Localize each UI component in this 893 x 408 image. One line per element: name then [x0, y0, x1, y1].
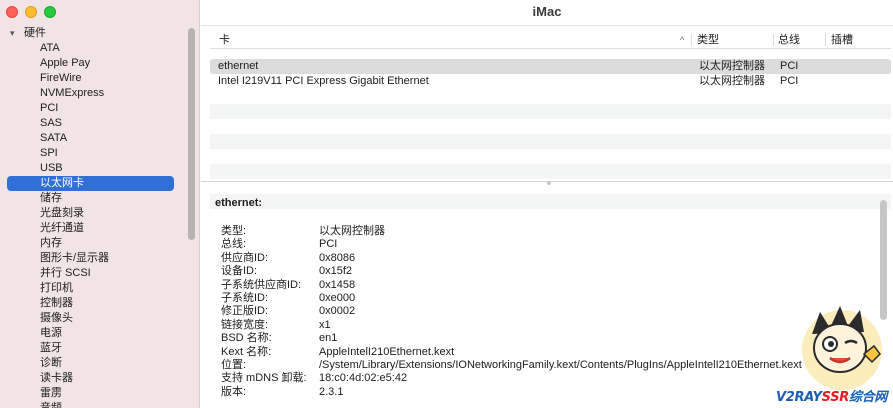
sidebar-item[interactable]: 内存 — [0, 236, 186, 251]
chevron-down-icon[interactable]: ▾ — [10, 26, 15, 41]
sidebar-item-ethernet-selected[interactable]: 以太网卡 — [7, 176, 174, 191]
watermark-part: V2RAY — [776, 390, 822, 405]
sidebar-item[interactable]: 电源 — [0, 326, 186, 341]
cell-card: ethernet — [218, 60, 259, 72]
sidebar-item[interactable]: 控制器 — [0, 296, 186, 311]
column-header-type[interactable]: 类型 — [697, 31, 719, 49]
empty-row — [210, 134, 891, 149]
property-value: x1 — [319, 318, 331, 331]
property-value: PCI — [319, 238, 338, 251]
column-divider[interactable] — [773, 34, 774, 46]
cell-card: Intel I219V11 PCI Express Gigabit Ethern… — [218, 75, 429, 87]
sidebar-item[interactable]: PCI — [0, 101, 186, 116]
property-value: en1 — [319, 332, 338, 345]
sidebar-item[interactable]: 摄像头 — [0, 311, 186, 326]
property-key: 类型: — [221, 225, 247, 237]
property-value: 以太网控制器 — [319, 225, 385, 237]
property-key: BSD 名称: — [221, 332, 272, 345]
property-key: 供应商ID: — [221, 251, 269, 264]
property-value: 2.3.1 — [319, 385, 344, 398]
property-key: 位置: — [221, 358, 247, 371]
empty-row — [210, 104, 891, 119]
sidebar-item[interactable]: USB — [0, 161, 186, 176]
sidebar-section-label: 硬件 — [24, 27, 46, 39]
property-key: 修正版ID: — [221, 305, 269, 318]
empty-row — [210, 149, 891, 164]
sidebar-section-hardware[interactable]: ▾ 硬件 — [0, 26, 186, 41]
property-value: AppleIntelI210Ethernet.kext — [319, 345, 455, 358]
table-row[interactable]: ethernet 以太网控制器 PCI — [210, 59, 891, 74]
sidebar: ▾ 硬件 ATA Apple Pay FireWire NVMExpress P… — [0, 0, 200, 408]
property-value: 18:c0:4d:02:e5:42 — [319, 372, 408, 385]
sidebar-item[interactable]: 光纤通道 — [0, 221, 186, 236]
property-key: Kext 名称: — [221, 345, 272, 358]
watermark-part: 综合网 — [848, 390, 888, 405]
empty-row — [210, 89, 891, 104]
sidebar-item[interactable]: FireWire — [0, 71, 186, 86]
empty-row — [210, 164, 891, 179]
cell-bus: PCI — [780, 75, 799, 87]
window-title: iMac — [201, 0, 893, 26]
sidebar-item[interactable]: 图形卡/显示器 — [0, 251, 186, 266]
property-key: 子系统ID: — [221, 291, 269, 304]
property-value: /System/Library/Extensions/IONetworkingF… — [319, 358, 802, 371]
sort-ascending-icon[interactable]: ^ — [680, 31, 684, 49]
sidebar-item[interactable]: SPI — [0, 146, 186, 161]
sidebar-item[interactable]: 诊断 — [0, 356, 186, 371]
cell-type: 以太网控制器 — [699, 60, 765, 72]
sidebar-item[interactable]: 读卡器 — [0, 371, 186, 386]
sidebar-item[interactable]: 音频 — [0, 401, 186, 408]
property-key: 总线: — [221, 238, 247, 251]
property-key: 版本: — [221, 385, 247, 398]
column-divider[interactable] — [691, 34, 692, 46]
sidebar-item[interactable]: SATA — [0, 131, 186, 146]
sidebar-item[interactable]: 并行 SCSI — [0, 266, 186, 281]
property-value: 0x0002 — [319, 305, 356, 318]
cell-type: 以太网控制器 — [699, 75, 765, 87]
property-key: 链接宽度: — [221, 318, 269, 331]
sidebar-scrollbar[interactable] — [188, 28, 195, 240]
property-key: 子系统供应商ID: — [221, 278, 302, 291]
table-header: 卡 ^ 类型 总线 插槽 — [210, 31, 891, 49]
sidebar-item[interactable]: Apple Pay — [0, 56, 186, 71]
watermark-part: SSR — [821, 390, 850, 405]
property-value: 0x1458 — [319, 278, 356, 291]
sidebar-item[interactable]: 蓝牙 — [0, 341, 186, 356]
column-header-bus[interactable]: 总线 — [778, 31, 800, 49]
column-header-card[interactable]: 卡 — [219, 31, 230, 49]
sidebar-item[interactable]: SAS — [0, 116, 186, 131]
watermark-text: V2RAYSSR综合网 — [776, 386, 887, 405]
sidebar-item[interactable]: 打印机 — [0, 281, 186, 296]
property-value: 0xe000 — [319, 291, 356, 304]
sidebar-item[interactable]: NVMExpress — [0, 86, 186, 101]
table-row[interactable]: Intel I219V11 PCI Express Gigabit Ethern… — [210, 74, 891, 89]
column-divider[interactable] — [825, 34, 826, 46]
minimize-window-button[interactable] — [25, 6, 37, 18]
sidebar-item[interactable]: ATA — [0, 41, 186, 56]
sidebar-item[interactable]: 储存 — [0, 191, 186, 206]
sidebar-item[interactable]: 雷雳 — [0, 386, 186, 401]
sidebar-item[interactable]: 光盘刻录 — [0, 206, 186, 221]
zoom-window-button[interactable] — [44, 6, 56, 18]
property-value: 0x8086 — [319, 251, 356, 264]
close-window-button[interactable] — [6, 6, 18, 18]
property-key: 设备ID: — [221, 265, 258, 278]
sidebar-tree: ▾ 硬件 ATA Apple Pay FireWire NVMExpress P… — [0, 26, 186, 408]
property-value: 0x15f2 — [319, 265, 353, 278]
empty-row — [210, 119, 891, 134]
property-key: 支持 mDNS 卸载: — [221, 372, 307, 385]
mascot-watermark-icon — [802, 306, 882, 390]
window-controls — [6, 6, 56, 18]
column-header-slot[interactable]: 插槽 — [831, 31, 853, 49]
detail-title: ethernet: — [215, 197, 263, 209]
cell-bus: PCI — [780, 60, 799, 72]
